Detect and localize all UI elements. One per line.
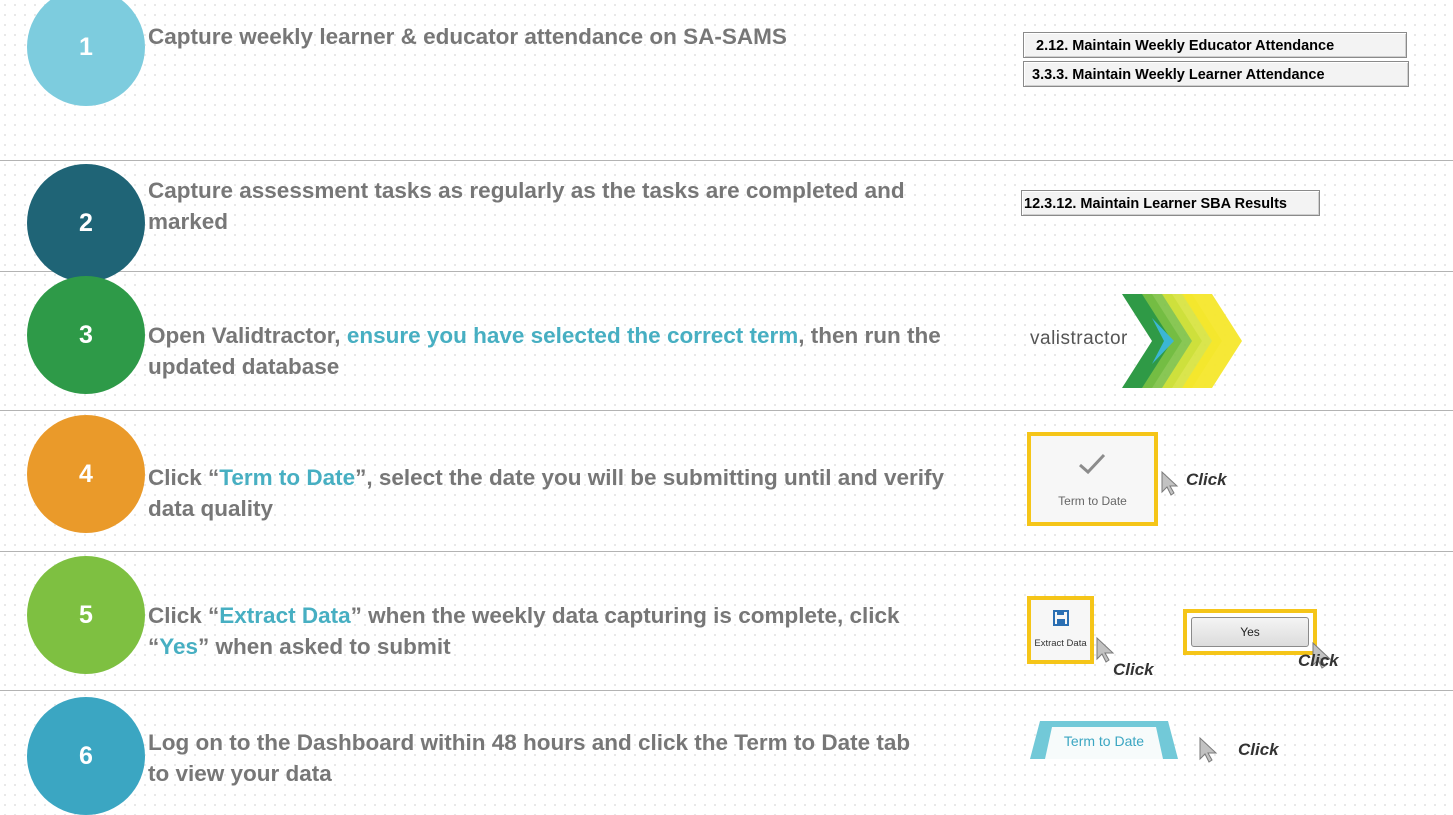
step-number-circle: 5 xyxy=(27,556,145,674)
step-text-highlight: Yes xyxy=(159,634,199,659)
menu-item-learner-attendance[interactable]: 3.3.3. Maintain Weekly Learner Attendanc… xyxy=(1023,61,1409,87)
yes-button[interactable]: Yes xyxy=(1191,617,1309,647)
click-label: Click xyxy=(1298,651,1339,670)
step-number-circle: 3 xyxy=(27,276,145,394)
step-text: Click “Term to Date”, select the date yo… xyxy=(148,462,988,524)
step-number: 4 xyxy=(79,459,93,488)
cursor-arrow-icon xyxy=(1199,736,1218,763)
step-1: 1 Capture weekly learner & educator atte… xyxy=(0,0,1453,160)
step-text-highlight: Extract Data xyxy=(219,603,351,628)
step-number-circle: 4 xyxy=(27,415,145,533)
step-number-circle: 1 xyxy=(27,0,145,106)
click-label: Click xyxy=(1186,470,1227,489)
click-label: Click xyxy=(1238,740,1279,759)
extract-data-label: Extract Data xyxy=(1034,638,1087,649)
checkmark-icon xyxy=(1079,453,1106,475)
tab-label: Term to Date xyxy=(1063,733,1145,749)
step-text: Capture assessment tasks as regularly as… xyxy=(148,178,905,234)
cursor-arrow-icon xyxy=(1161,470,1179,496)
menu-item-sba-results[interactable]: 12.3.12. Maintain Learner SBA Results xyxy=(1021,190,1320,216)
step-number-circle: 6 xyxy=(27,697,145,815)
step-number-circle: 2 xyxy=(27,164,145,282)
step-3: 3 Open Validtractor, ensure you have sel… xyxy=(0,271,1453,410)
term-to-date-label: Term to Date xyxy=(1058,494,1127,508)
logo-text: valistractor xyxy=(1030,328,1128,349)
term-to-date-button[interactable]: Term to Date xyxy=(1027,432,1158,526)
step-text-part: ” when asked to submit xyxy=(198,634,451,659)
step-number: 5 xyxy=(79,600,93,629)
extract-data-button[interactable]: Extract Data xyxy=(1027,596,1094,664)
click-label: Click xyxy=(1113,660,1154,679)
yes-label: Yes xyxy=(1240,625,1260,639)
step-text: Capture weekly learner & educator attend… xyxy=(148,24,787,49)
menu-item-educator-attendance[interactable]: 2.12. Maintain Weekly Educator Attendanc… xyxy=(1023,32,1407,58)
valistractor-logo: valistractor xyxy=(1030,286,1250,396)
logo-chevrons-icon xyxy=(1122,294,1242,388)
step-2: 2 Capture assessment tasks as regularly … xyxy=(0,160,1453,282)
step-text-part: Open Validtractor, xyxy=(148,323,347,348)
step-text-highlight: Term to Date xyxy=(219,465,356,490)
step-text: Click “Extract Data” when the weekly dat… xyxy=(148,600,938,662)
step-number: 2 xyxy=(79,208,93,237)
step-number: 3 xyxy=(79,320,93,349)
term-to-date-tab[interactable]: Term to Date xyxy=(1030,721,1178,759)
step-text-part: Click “ xyxy=(148,465,220,490)
step-4: 4 Click “Term to Date”, select the date … xyxy=(0,410,1453,551)
step-text: Log on to the Dashboard within 48 hours … xyxy=(148,730,911,786)
yes-button-frame: Yes xyxy=(1183,609,1317,655)
step-text: Open Validtractor, ensure you have selec… xyxy=(148,320,948,382)
step-number: 1 xyxy=(79,32,93,61)
save-disk-icon xyxy=(1053,610,1069,626)
step-text-part: Click “ xyxy=(148,603,220,628)
step-6: 6 Log on to the Dashboard within 48 hour… xyxy=(0,690,1453,815)
step-number: 6 xyxy=(79,741,93,770)
step-text-highlight: ensure you have selected the correct ter… xyxy=(346,323,799,348)
step-5: 5 Click “Extract Data” when the weekly d… xyxy=(0,551,1453,690)
